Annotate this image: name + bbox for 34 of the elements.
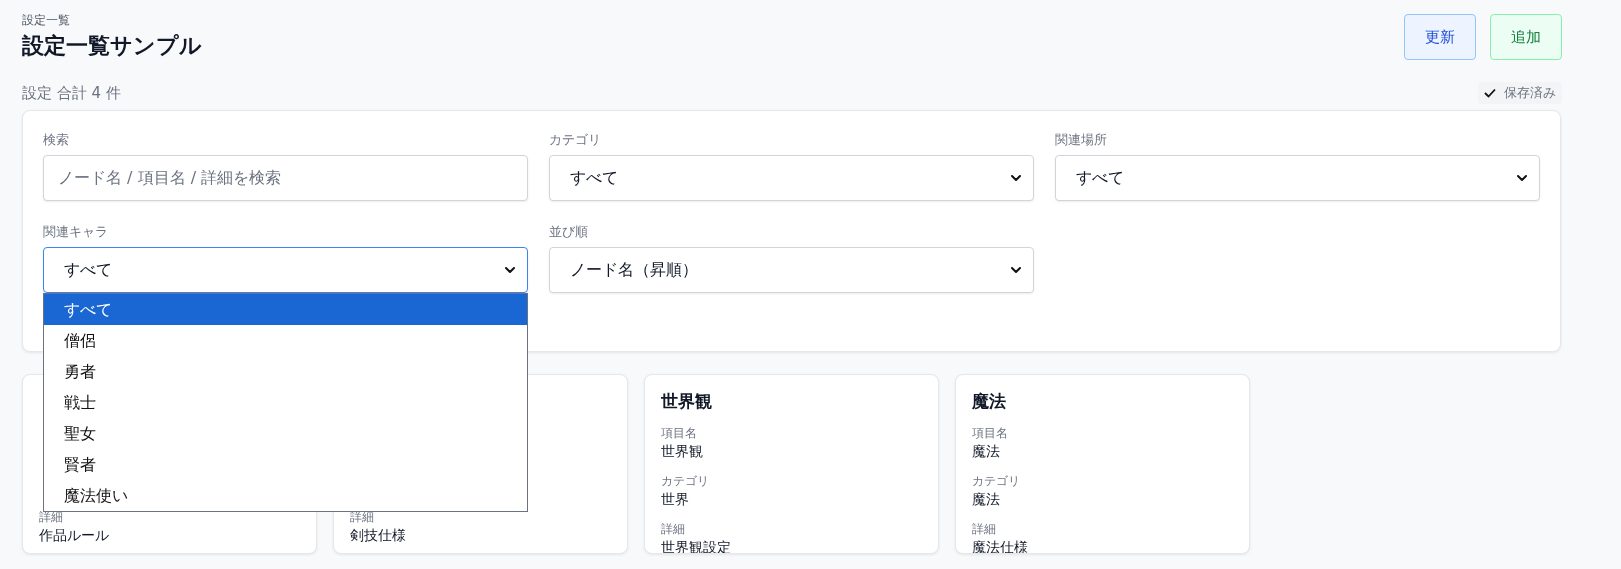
field-label: 詳細 (39, 509, 63, 525)
search-field[interactable]: ノード名 / 項目名 / 詳細を検索 (43, 155, 528, 201)
refresh-button[interactable]: 更新 (1404, 14, 1476, 60)
select-field[interactable]: すべて (1055, 155, 1540, 201)
field-label: 詳細 (972, 521, 996, 537)
select-field[interactable]: すべて (43, 247, 528, 293)
field-value: 魔法 (972, 490, 1000, 509)
field-value: 作品ルール (39, 526, 109, 545)
field-label: カテゴリ (549, 131, 602, 149)
field-label: 関連キャラ (43, 223, 109, 241)
card-title: 魔法 (972, 390, 1007, 413)
field-label: 詳細 (661, 521, 685, 537)
field-value: 剣技仕様 (350, 526, 406, 545)
field-label: 項目名 (972, 425, 1008, 441)
select-field[interactable]: すべて (549, 155, 1034, 201)
field-value: 魔法 (972, 442, 1000, 461)
field-label: カテゴリ (972, 473, 1020, 489)
field-label: カテゴリ (661, 473, 709, 489)
field-label: 詳細 (350, 509, 374, 525)
field-label: 並び順 (549, 223, 589, 241)
save-status: 保存済み (1478, 82, 1562, 104)
total-count: 設定 合計 4 件 (22, 83, 121, 103)
field-label: 検索 (43, 131, 70, 149)
field-value: 世界観 (661, 442, 703, 461)
field-label: 項目名 (661, 425, 697, 441)
card-title: 世界観 (661, 390, 713, 413)
dropdown-option[interactable]: すべて (44, 294, 527, 325)
field-value: 魔法仕様 (972, 538, 1028, 553)
page-title: 設定一覧サンプル (22, 32, 202, 60)
breadcrumb: 設定一覧 (22, 12, 71, 28)
select-field[interactable]: ノード名（昇順） (549, 247, 1034, 293)
field-label: 関連場所 (1055, 131, 1108, 149)
add-button[interactable]: 追加 (1490, 14, 1562, 60)
field-value: 世界 (661, 490, 689, 509)
